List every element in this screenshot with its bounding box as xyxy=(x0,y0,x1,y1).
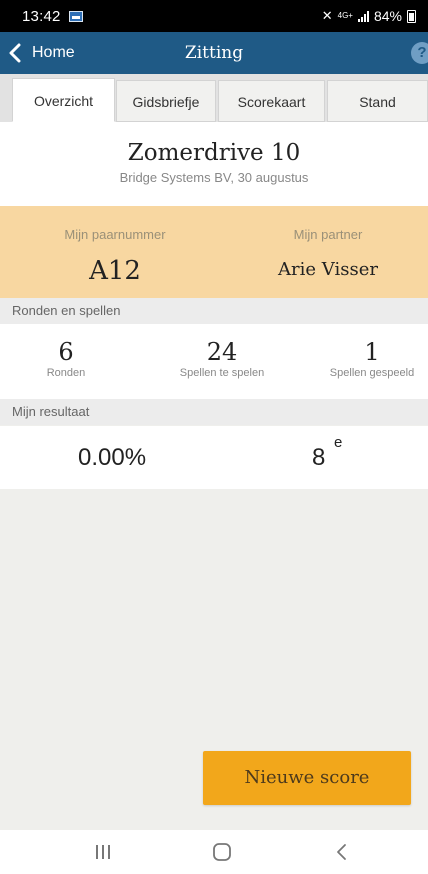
gallery-icon xyxy=(68,10,83,22)
back-icon xyxy=(337,844,346,860)
new-score-button[interactable]: Nieuwe score xyxy=(203,751,411,805)
battery-icon xyxy=(407,9,416,23)
stat-boards-played-value: 1 xyxy=(364,338,380,366)
session-header: Zomerdrive 10 Bridge Systems BV, 30 augu… xyxy=(0,122,428,206)
stat-boards-to-play-value: 24 xyxy=(206,338,238,366)
chevron-left-icon xyxy=(9,43,21,63)
pair-info: Mijn paarnummer A12 Mijn partner Arie Vi… xyxy=(0,206,428,298)
partner-name: Arie Visser xyxy=(278,259,378,280)
result-rank-suffix: e xyxy=(334,434,343,451)
home-icon xyxy=(213,843,231,861)
battery-percentage: 84% xyxy=(373,8,402,24)
stat-boards-to-play-caption: Spellen te spelen xyxy=(179,367,265,379)
help-icon[interactable]: ? xyxy=(411,42,428,64)
stat-rounds-caption: Ronden xyxy=(46,367,86,379)
rounds-stats: 6 Ronden 24 Spellen te spelen 1 Spellen … xyxy=(0,324,428,399)
mute-icon: ✕ xyxy=(321,8,333,23)
home-button[interactable] xyxy=(192,830,252,874)
status-time: 13:42 xyxy=(22,7,61,25)
status-icons: ✕ 4G+ 84% xyxy=(322,8,416,24)
result-section-header: Mijn resultaat xyxy=(0,399,428,425)
pair-number-block: Mijn paarnummer A12 xyxy=(8,206,222,286)
rounds-section-header: Ronden en spellen xyxy=(0,298,428,324)
result-rank: 8 xyxy=(312,444,326,471)
stat-rounds-value: 6 xyxy=(58,338,74,366)
stat-rounds: 6 Ronden xyxy=(24,324,108,379)
status-bar: 13:42 ✕ 4G+ 84% xyxy=(0,0,428,32)
stat-boards-to-play: 24 Spellen te spelen xyxy=(162,324,282,379)
result-panel: 0.00% 8 e xyxy=(0,426,428,489)
recents-button[interactable] xyxy=(73,830,133,874)
stat-boards-played: 1 Spellen gespeeld xyxy=(320,324,424,379)
signal-icon xyxy=(357,10,369,22)
session-subtitle: Bridge Systems BV, 30 augustus xyxy=(119,170,309,185)
stat-boards-played-caption: Spellen gespeeld xyxy=(329,367,415,379)
tab-scorekaart[interactable]: Scorekaart xyxy=(218,80,325,122)
network-type: 4G+ xyxy=(337,11,353,20)
system-back-button[interactable] xyxy=(312,830,372,874)
result-percentage: 0.00% xyxy=(78,444,147,471)
recents-icon xyxy=(96,845,110,859)
session-name: Zomerdrive 10 xyxy=(127,140,301,166)
partner-label: Mijn partner xyxy=(293,227,363,242)
tab-overzicht[interactable]: Overzicht xyxy=(12,78,115,122)
partner-block: Mijn partner Arie Visser xyxy=(221,206,428,280)
back-label: Home xyxy=(32,44,75,61)
back-home-button[interactable]: Home xyxy=(8,32,75,74)
system-nav-bar xyxy=(0,830,428,874)
tab-bar: Overzicht Gidsbriefje Scorekaart Stand xyxy=(0,74,428,122)
tab-gidsbriefje[interactable]: Gidsbriefje xyxy=(116,80,216,122)
pair-number-label: Mijn paarnummer xyxy=(64,227,166,242)
app-header: Home Zitting ? xyxy=(0,32,428,74)
pair-number: A12 xyxy=(89,256,141,286)
tab-stand[interactable]: Stand xyxy=(327,80,428,122)
